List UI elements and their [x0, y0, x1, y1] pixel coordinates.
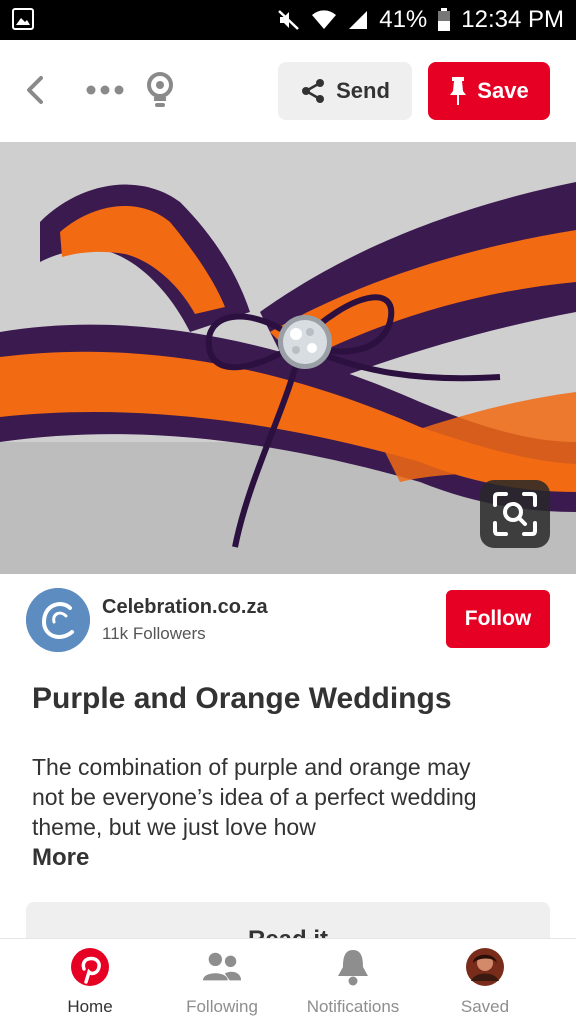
pin-title: Purple and Orange Weddings: [32, 682, 452, 715]
people-icon: [202, 947, 242, 987]
pin-description: The combination of purple and orange may…: [32, 754, 477, 840]
pushpin-icon: [450, 77, 467, 105]
gallery-notification-icon: [12, 8, 34, 30]
bell-icon: [333, 947, 373, 987]
nav-home[interactable]: Home: [25, 947, 155, 1023]
creator-avatar[interactable]: [26, 588, 90, 652]
follow-button[interactable]: Follow: [446, 590, 550, 648]
nav-notifications[interactable]: Notifications: [288, 947, 418, 1023]
magnifier-icon: [493, 492, 537, 536]
visual-search-lens-button[interactable]: [480, 480, 550, 548]
battery-icon: [437, 8, 451, 32]
nav-following-label: Following: [186, 997, 258, 1016]
pinterest-logo-icon: [70, 947, 110, 987]
visual-search-button[interactable]: [142, 68, 178, 112]
signal-icon: [347, 9, 369, 31]
wifi-icon: [311, 9, 337, 31]
status-bar: 41% 12:34 PM: [0, 0, 576, 40]
creator-name[interactable]: Celebration.co.za: [102, 596, 268, 619]
save-button[interactable]: Save: [428, 62, 550, 120]
celebration-logo-icon: [26, 588, 90, 652]
send-label: Send: [336, 78, 390, 103]
share-icon: [302, 79, 325, 103]
bottom-navigation: Home Following Notifications Saved: [0, 938, 576, 1024]
nav-following[interactable]: Following: [157, 947, 287, 1023]
send-button[interactable]: Send: [278, 62, 412, 120]
chevron-left-icon: [27, 76, 43, 104]
mute-icon: [277, 8, 301, 32]
pin-image[interactable]: [0, 142, 576, 574]
lightbulb-icon: [147, 72, 173, 107]
more-link[interactable]: More: [32, 844, 89, 872]
nav-saved[interactable]: Saved: [420, 947, 550, 1023]
ellipsis-icon: [86, 85, 124, 95]
save-label: Save: [477, 78, 529, 103]
nav-home-label: Home: [67, 997, 113, 1016]
pin-action-bar: Send Save: [0, 40, 576, 142]
nav-notifications-label: Notifications: [306, 997, 400, 1016]
profile-avatar-icon: [465, 947, 505, 987]
back-button[interactable]: [18, 70, 52, 110]
nav-saved-label: Saved: [460, 997, 510, 1016]
creator-followers: 11k Followers: [102, 624, 206, 643]
battery-percent: 41%: [379, 6, 428, 33]
creator-row: Celebration.co.za 11k Followers Follow: [0, 574, 576, 674]
more-options-button[interactable]: [80, 70, 130, 110]
clock: 12:34 PM: [461, 6, 564, 33]
